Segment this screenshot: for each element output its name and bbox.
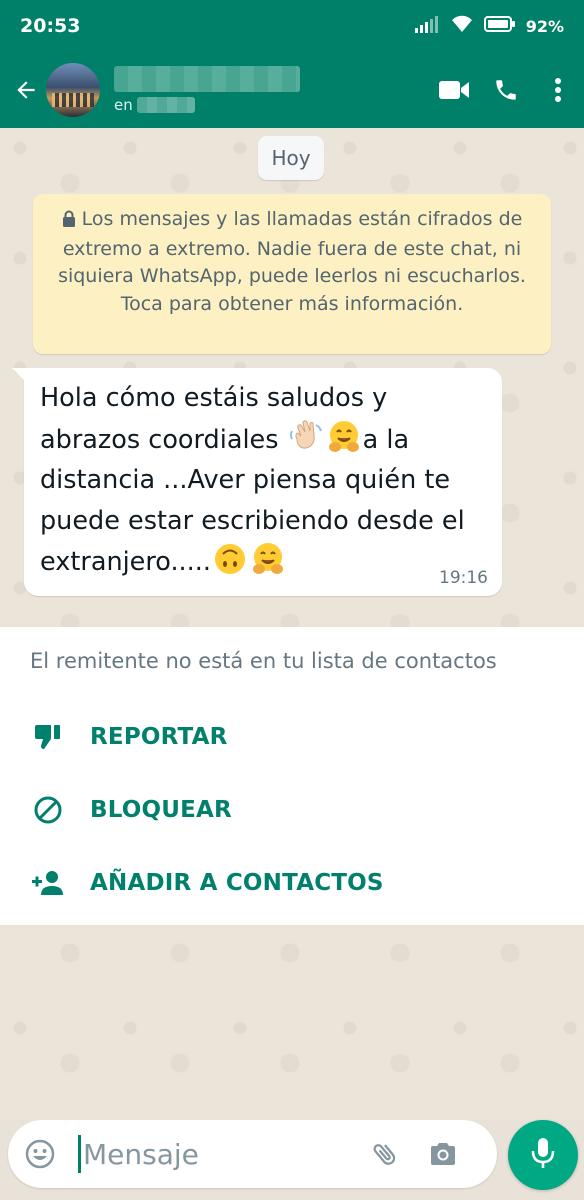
report-label: REPORTAR (90, 724, 228, 750)
block-button[interactable]: BLOQUEAR (0, 782, 584, 838)
unknown-sender-notice: El remitente no está en tu lista de cont… (30, 649, 497, 673)
phone-icon[interactable] (480, 64, 532, 116)
contact-status: en (114, 96, 300, 114)
battery-percent: 92% (525, 16, 564, 36)
contact-name-redacted (114, 66, 300, 92)
back-arrow-icon[interactable] (8, 72, 44, 108)
microphone-button[interactable] (508, 1120, 578, 1190)
message-line: a la (362, 424, 410, 455)
upside-down-face-emoji-icon (212, 541, 248, 577)
message-line: distancia ...Aver piensa quién te (40, 465, 451, 495)
message-input-pill (8, 1120, 497, 1188)
message-line: abrazos coordiales (40, 424, 287, 455)
input-bar (0, 1120, 584, 1200)
battery-icon (483, 15, 516, 37)
waving-hand-emoji-icon (288, 419, 324, 455)
contact-status-text: en (114, 96, 133, 114)
more-vert-icon[interactable] (532, 64, 584, 116)
chat-header: en (0, 52, 584, 128)
status-icons: 92% (414, 15, 564, 37)
hugging-face-emoji-icon (326, 419, 362, 455)
add-contact-button[interactable]: AÑADIR A CONTACTOS (0, 855, 584, 911)
message-text: Hola cómo estáis saludos y abrazos coord… (40, 378, 490, 583)
person-add-icon (30, 865, 66, 901)
block-label: BLOQUEAR (90, 797, 232, 823)
emoji-icon[interactable] (20, 1134, 60, 1174)
paperclip-icon[interactable] (363, 1132, 407, 1176)
microphone-icon (530, 1136, 556, 1174)
message-time: 19:16 (439, 568, 488, 588)
camera-icon[interactable] (421, 1132, 465, 1176)
report-button[interactable]: REPORTAR (0, 709, 584, 765)
unknown-sender-panel: El remitente no está en tu lista de cont… (0, 627, 584, 925)
message-line: Hola cómo estáis saludos y (40, 383, 388, 413)
hugging-face-emoji-icon (250, 541, 286, 577)
header-actions (428, 64, 584, 116)
avatar[interactable] (46, 63, 100, 117)
date-chip: Hoy (258, 136, 324, 180)
message-line: puede estar escribiendo desde el (40, 505, 465, 536)
text-caret (78, 1135, 81, 1173)
contact-status-redacted (136, 97, 195, 113)
video-call-icon[interactable] (428, 64, 480, 116)
incoming-message[interactable]: Hola cómo estáis saludos y abrazos coord… (12, 368, 502, 596)
status-time: 20:53 (20, 15, 81, 37)
lock-icon (62, 208, 76, 236)
block-icon (30, 792, 66, 828)
encryption-notice-text: Los mensajes y las llamadas están cifrad… (58, 208, 526, 315)
thumb-down-icon (30, 719, 66, 755)
contact-info[interactable]: en (114, 63, 300, 117)
status-bar: 20:53 92% (0, 0, 584, 52)
add-contact-label: AÑADIR A CONTACTOS (90, 870, 384, 896)
encryption-notice[interactable]: Los mensajes y las llamadas están cifrad… (33, 194, 551, 354)
chat-area[interactable]: Hoy Los mensajes y las llamadas están ci… (0, 128, 584, 1120)
message-line: extranjero..... (40, 547, 211, 577)
wifi-icon (450, 15, 474, 37)
signal-icon (414, 15, 440, 37)
message-input[interactable] (83, 1137, 353, 1171)
